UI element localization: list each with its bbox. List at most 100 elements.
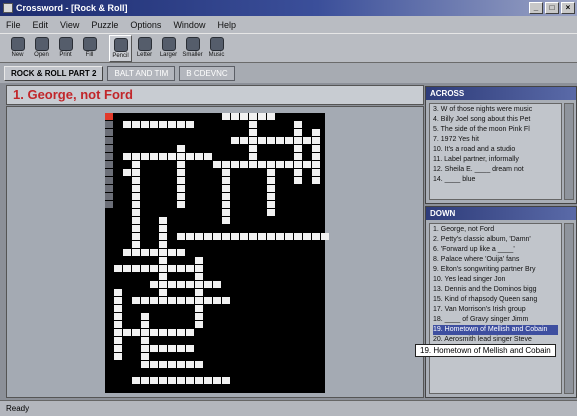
- down-clue-item[interactable]: 2. Petty's classic album, 'Damn': [433, 235, 558, 245]
- grid-square[interactable]: [132, 201, 140, 208]
- grid-square[interactable]: [285, 161, 293, 168]
- grid-square[interactable]: [222, 169, 230, 176]
- grid-square[interactable]: [141, 153, 149, 160]
- grid-square[interactable]: [312, 129, 320, 136]
- grid-square[interactable]: [159, 257, 167, 264]
- grid-square[interactable]: [249, 137, 257, 144]
- grid-square-numbered[interactable]: [105, 201, 113, 208]
- grid-square[interactable]: [159, 329, 167, 336]
- grid-square[interactable]: [114, 321, 122, 328]
- grid-square[interactable]: [159, 241, 167, 248]
- grid-square[interactable]: [114, 337, 122, 344]
- grid-square[interactable]: [114, 329, 122, 336]
- grid-square[interactable]: [294, 145, 302, 152]
- down-clue-list[interactable]: 1. George, not Ford 2. Petty's classic al…: [429, 223, 562, 394]
- grid-square[interactable]: [132, 193, 140, 200]
- grid-square[interactable]: [159, 265, 167, 272]
- grid-square[interactable]: [132, 225, 140, 232]
- crossword-grid[interactable]: [105, 113, 329, 393]
- grid-square[interactable]: [312, 153, 320, 160]
- grid-square[interactable]: [312, 161, 320, 168]
- grid-square[interactable]: [141, 329, 149, 336]
- grid-square[interactable]: [132, 161, 140, 168]
- grid-square-numbered[interactable]: [105, 137, 113, 144]
- down-clue-item[interactable]: 18. ____ of Gravy singer Jimm: [433, 315, 558, 325]
- grid-square[interactable]: [258, 137, 266, 144]
- grid-square[interactable]: [177, 297, 185, 304]
- grid-square[interactable]: [150, 361, 158, 368]
- grid-square[interactable]: [141, 345, 149, 352]
- grid-square[interactable]: [195, 257, 203, 264]
- grid-square[interactable]: [150, 153, 158, 160]
- grid-square[interactable]: [276, 233, 284, 240]
- grid-square[interactable]: [222, 177, 230, 184]
- grid-square[interactable]: [159, 297, 167, 304]
- grid-square[interactable]: [186, 233, 194, 240]
- grid-square[interactable]: [168, 361, 176, 368]
- grid-square[interactable]: [177, 361, 185, 368]
- grid-square[interactable]: [204, 233, 212, 240]
- grid-square[interactable]: [132, 265, 140, 272]
- down-clue-item[interactable]: 9. Elton's songwriting partner Bry: [433, 265, 558, 275]
- grid-square[interactable]: [186, 265, 194, 272]
- grid-square[interactable]: [168, 121, 176, 128]
- down-clue-item[interactable]: 15. Kind of rhapsody Queen sang: [433, 295, 558, 305]
- grid-square[interactable]: [285, 233, 293, 240]
- grid-square[interactable]: [132, 177, 140, 184]
- across-clue-item[interactable]: 5. The side of the moon Pink Fl: [433, 125, 558, 135]
- grid-square[interactable]: [177, 249, 185, 256]
- grid-square[interactable]: [240, 113, 248, 120]
- grid-square[interactable]: [132, 169, 140, 176]
- music-button[interactable]: Music: [205, 35, 228, 62]
- grid-square[interactable]: [168, 153, 176, 160]
- grid-square[interactable]: [267, 209, 275, 216]
- grid-square[interactable]: [150, 249, 158, 256]
- grid-square[interactable]: [123, 249, 131, 256]
- grid-square[interactable]: [132, 233, 140, 240]
- grid-square[interactable]: [231, 113, 239, 120]
- grid-square[interactable]: [159, 289, 167, 296]
- grid-square[interactable]: [249, 121, 257, 128]
- across-clue-item[interactable]: 11. Label partner, informally: [433, 155, 558, 165]
- across-clue-item[interactable]: 7. 1972 Yes hit: [433, 135, 558, 145]
- grid-square[interactable]: [150, 265, 158, 272]
- letter-button[interactable]: Letter: [133, 35, 156, 62]
- grid-square[interactable]: [186, 345, 194, 352]
- grid-square[interactable]: [213, 297, 221, 304]
- grid-square-numbered[interactable]: [105, 185, 113, 192]
- grid-square[interactable]: [195, 289, 203, 296]
- grid-square[interactable]: [177, 153, 185, 160]
- down-scrollbar[interactable]: [564, 223, 574, 394]
- grid-square[interactable]: [114, 313, 122, 320]
- grid-square[interactable]: [168, 297, 176, 304]
- tab-rock-and-roll-part-2[interactable]: ROCK & ROLL PART 2: [4, 65, 104, 81]
- grid-square[interactable]: [222, 377, 230, 384]
- grid-square[interactable]: [114, 265, 122, 272]
- maximize-button[interactable]: □: [545, 2, 559, 14]
- tab-third[interactable]: B CDEVNC: [179, 65, 235, 81]
- menu-window[interactable]: Window: [173, 20, 205, 30]
- grid-square[interactable]: [294, 137, 302, 144]
- grid-square[interactable]: [312, 177, 320, 184]
- grid-square[interactable]: [141, 249, 149, 256]
- grid-square[interactable]: [303, 233, 311, 240]
- down-clue-item[interactable]: 1. George, not Ford: [433, 225, 558, 235]
- grid-square[interactable]: [177, 193, 185, 200]
- grid-square[interactable]: [213, 233, 221, 240]
- grid-square[interactable]: [168, 265, 176, 272]
- grid-square[interactable]: [150, 329, 158, 336]
- grid-square[interactable]: [213, 281, 221, 288]
- grid-square[interactable]: [177, 281, 185, 288]
- grid-square[interactable]: [222, 209, 230, 216]
- grid-square[interactable]: [267, 137, 275, 144]
- smaller-button[interactable]: Smaller: [181, 35, 204, 62]
- grid-square[interactable]: [141, 337, 149, 344]
- grid-square[interactable]: [294, 161, 302, 168]
- grid-square[interactable]: [132, 297, 140, 304]
- grid-square[interactable]: [123, 169, 131, 176]
- across-clue-item[interactable]: 3. W of those nights were music: [433, 105, 558, 115]
- grid-square[interactable]: [258, 233, 266, 240]
- grid-square[interactable]: [114, 345, 122, 352]
- grid-square[interactable]: [168, 329, 176, 336]
- grid-square[interactable]: [240, 161, 248, 168]
